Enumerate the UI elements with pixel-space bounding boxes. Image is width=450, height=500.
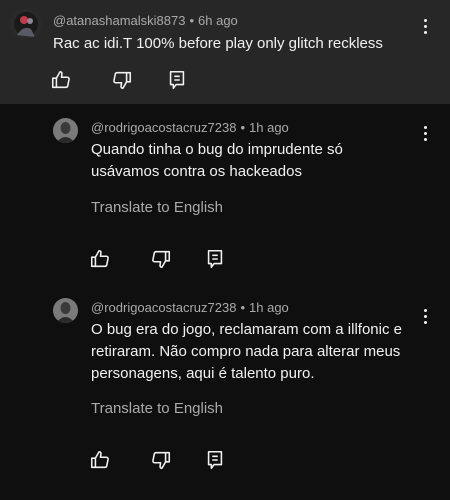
- reply-icon[interactable]: [204, 449, 226, 471]
- thumbs-down-icon[interactable]: [150, 449, 172, 471]
- author-handle[interactable]: @rodrigoacostacruz7238: [91, 120, 236, 135]
- separator: •: [240, 300, 246, 315]
- reply-comment: @rodrigoacostacruz7238 • 1h ago Quando tin…: [0, 104, 450, 274]
- thumbs-down-icon[interactable]: [150, 248, 172, 270]
- parent-comment: @atanashamalski8873 • 6h ago Rac ac idi.T …: [0, 0, 450, 104]
- reply-icon[interactable]: [166, 69, 188, 91]
- comment-text: Rac ac idi.T 100% before play only glitc…: [53, 35, 383, 52]
- timestamp[interactable]: 1h ago: [249, 300, 289, 315]
- more-vertical-icon[interactable]: [415, 121, 435, 145]
- reply-comment: @rodrigoacostacruz7238 • 1h ago O bug era …: [0, 284, 450, 500]
- thumbs-up-icon[interactable]: [89, 449, 111, 471]
- thumbs-down-icon[interactable]: [111, 69, 133, 91]
- comment-meta: @rodrigoacostacruz7238 • 1h ago: [91, 120, 289, 135]
- separator: •: [240, 120, 246, 135]
- avatar[interactable]: [11, 9, 41, 39]
- reply-icon[interactable]: [204, 248, 226, 270]
- comment-thread: @atanashamalski8873 • 6h ago Rac ac idi.T …: [0, 0, 450, 500]
- comment-text: Quando tinha o bug do imprudente só usáv…: [91, 141, 343, 180]
- separator: •: [189, 13, 195, 28]
- timestamp[interactable]: 1h ago: [249, 120, 289, 135]
- comment-meta: @rodrigoacostacruz7238 • 1h ago: [91, 300, 289, 315]
- thumbs-up-icon[interactable]: [50, 69, 72, 91]
- avatar[interactable]: [53, 118, 78, 143]
- thumbs-up-icon[interactable]: [89, 248, 111, 270]
- avatar[interactable]: [53, 298, 78, 323]
- author-handle[interactable]: @rodrigoacostacruz7238: [91, 300, 236, 315]
- translate-button[interactable]: Translate to English: [91, 199, 223, 216]
- author-handle[interactable]: @atanashamalski8873: [53, 13, 185, 28]
- comment-meta: @atanashamalski8873 • 6h ago: [53, 13, 238, 28]
- translate-button[interactable]: Translate to English: [91, 400, 223, 417]
- comment-text: O bug era do jogo, reclamaram com a illf…: [91, 321, 402, 382]
- timestamp[interactable]: 6h ago: [198, 13, 238, 28]
